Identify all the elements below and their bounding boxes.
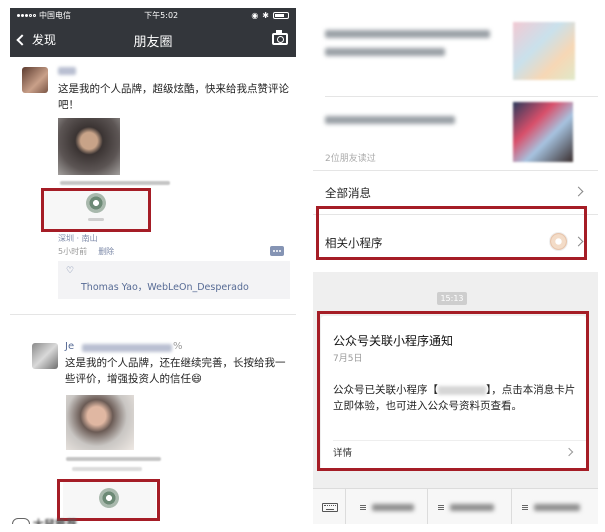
blurred-text: [72, 467, 142, 471]
clock: 下午5:02: [144, 11, 179, 20]
camera-icon[interactable]: [272, 30, 288, 45]
comment-icon[interactable]: [270, 246, 284, 256]
all-messages-label: 全部消息: [325, 186, 371, 200]
article-thumbnail: [513, 102, 573, 162]
keyboard-icon: [322, 503, 338, 512]
highlight-box: [317, 311, 589, 471]
post-location[interactable]: 深圳 · 南山: [58, 233, 98, 244]
post-text: 这是我的个人品牌，超级炫酷，快来给我点赞评论吧！: [58, 83, 289, 111]
bluetooth-icon: ✱: [262, 11, 269, 20]
avatar[interactable]: [32, 343, 58, 369]
poster-name[interactable]: [58, 67, 76, 75]
carrier-label: 中国电信: [39, 11, 71, 20]
menu-label-blurred: [372, 504, 414, 511]
bottom-menu-bar: [313, 488, 598, 524]
poster-name-suffix: %: [173, 341, 183, 352]
blurred-text: [60, 181, 170, 185]
menu-label-blurred: [450, 504, 494, 511]
page-title: 朋友圈: [133, 35, 173, 50]
nav-bar: 发现 朋友圈: [10, 23, 296, 57]
official-account-screen: 2位朋友读过 全部消息 相关小程序 15:13 公众号关联小程序通知 7月5日 …: [313, 8, 598, 524]
article-thumbnail: [513, 22, 575, 80]
readers-count: 2位朋友读过: [325, 154, 376, 164]
watermark: 大鼠推荐: [12, 516, 77, 524]
alarm-icon: ◉: [251, 11, 259, 20]
poster-name[interactable]: Je: [65, 341, 74, 352]
signal-icon: [17, 14, 36, 17]
article-title-blurred: [325, 48, 445, 56]
post-meta: 5小时前 删除: [58, 246, 114, 257]
delete-link[interactable]: 删除: [98, 247, 114, 256]
highlight-box: [41, 188, 151, 232]
post-text: 这是我的个人品牌，还在继续完善，长按给我一些评价，增强投资人的信任😄: [65, 357, 286, 385]
heart-icon: ♡: [66, 266, 75, 276]
menu-item-1[interactable]: [345, 489, 427, 524]
post-photo[interactable]: [58, 118, 120, 175]
menu-item-2[interactable]: [427, 489, 511, 524]
menu-list-icon: [360, 505, 366, 511]
post-photo[interactable]: [66, 395, 134, 450]
poster-name-blurred: [82, 344, 172, 352]
article-item[interactable]: [313, 20, 598, 92]
moment-post-1: 这是我的个人品牌，超级炫酷，快来给我点赞评论吧！ 深圳 · 南山 5小时前 删除…: [10, 57, 296, 299]
likes-box: ♡ Thomas Yao，WebLeOn_Desperado: [58, 261, 290, 299]
avatar[interactable]: [22, 67, 48, 93]
highlight-box: [57, 479, 160, 521]
keyboard-toggle-button[interactable]: [317, 495, 343, 519]
menu-list-icon: [438, 505, 444, 511]
likers-list[interactable]: Thomas Yao，WebLeOn_Desperado: [81, 279, 249, 293]
status-bar: 中国电信 下午5:02 ◉ ✱: [10, 8, 296, 23]
menu-item-3[interactable]: [511, 489, 598, 524]
menu-label-blurred: [534, 504, 580, 511]
article-title-blurred: [325, 30, 490, 38]
highlight-box: [316, 206, 587, 260]
message-time: 15:13: [437, 292, 467, 305]
watermark-logo-icon: [12, 518, 30, 524]
divider: [325, 96, 598, 97]
blurred-text: [66, 457, 161, 461]
article-title-blurred: [325, 116, 455, 124]
chevron-right-icon: [573, 186, 584, 197]
post-time: 5小时前: [58, 247, 88, 256]
menu-list-icon: [522, 505, 528, 511]
battery-icon: [273, 12, 289, 19]
moment-post-2: Je % 这是我的个人品牌，还在继续完善，长按给我一些评价，增强投资人的信任😄: [10, 314, 296, 524]
moments-screen: 中国电信 下午5:02 ◉ ✱ 发现 朋友圈 这是我的个人品牌，超级炫酷，快来给…: [10, 8, 296, 524]
